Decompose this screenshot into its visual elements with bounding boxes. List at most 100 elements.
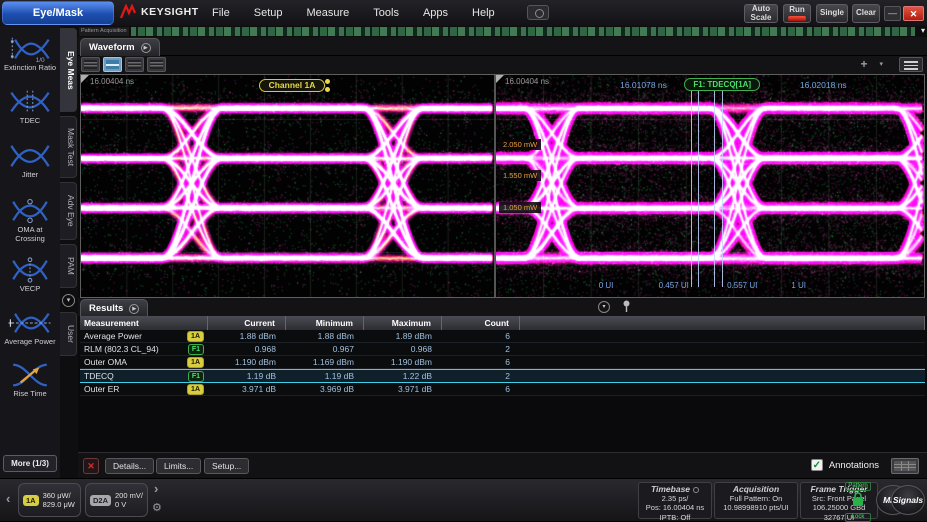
col-current[interactable]: Current <box>208 316 286 330</box>
sidebar-item-jitter[interactable]: Jitter <box>2 139 58 182</box>
channel-1a-card[interactable]: 1A 360 μW/ 829.0 μW <box>18 483 81 517</box>
signals-button[interactable]: Signals <box>891 485 925 515</box>
row-name: Outer OMA <box>84 357 127 367</box>
graph-menu-icon[interactable] <box>899 57 923 72</box>
eye-diagram-panel-left[interactable]: 16.00404 ns Channel 1A <box>81 75 496 297</box>
title-bar: Eye/Mask KEYSIGHT File Setup Measure Too… <box>0 0 927 26</box>
collapse-results-icon[interactable]: ▾ <box>598 301 610 313</box>
table-row-outer-er[interactable]: Outer ER1A 3.971 dB 3.969 dB 3.971 dB 6 <box>80 383 925 396</box>
tab-pam[interactable]: PAM <box>60 244 77 288</box>
tdecq-function-marker[interactable]: F1: TDECQ[1A] <box>684 78 760 91</box>
tdecq-window-line[interactable] <box>698 91 699 287</box>
menu-setup[interactable]: Setup <box>254 7 283 19</box>
layout-grid-button[interactable] <box>147 57 166 72</box>
sidebar-item-average-power[interactable]: Average Power <box>2 306 58 349</box>
tab-user[interactable]: User <box>60 312 77 356</box>
menu-tools[interactable]: Tools <box>373 7 399 19</box>
pin-icon[interactable] <box>622 300 631 313</box>
setup-button[interactable]: Setup... <box>204 458 249 474</box>
channel-1a-marker[interactable]: Channel 1A <box>259 79 326 92</box>
layout-glyph <box>84 60 97 69</box>
timebase-panel[interactable]: Timebase 2.35 ps/ Pos: 16.00404 ns IPTB:… <box>638 482 712 519</box>
lock-icon <box>851 492 865 507</box>
jitter-icon <box>7 142 53 170</box>
menu-file[interactable]: File <box>212 7 230 19</box>
col-measurement[interactable]: Measurement <box>80 316 208 330</box>
minimize-button[interactable]: — <box>884 6 901 21</box>
col-count[interactable]: Count <box>442 316 520 330</box>
results-table-header: Measurement Current Minimum Maximum Coun… <box>80 316 925 330</box>
layout-split-button[interactable] <box>103 57 122 72</box>
channels-scroll-left-icon[interactable]: ‹ <box>6 491 10 506</box>
eye-mask-mode-button[interactable]: Eye/Mask <box>2 1 114 25</box>
sidebar-item-oma-at-crossing[interactable]: OMA at Crossing <box>2 194 58 245</box>
more-measurements-button[interactable]: More (1/3) <box>3 455 57 472</box>
auto-scale-label: Auto Scale <box>746 5 776 22</box>
channel-badge: 1A <box>23 495 39 506</box>
sidebar-item-rise-time[interactable]: Rise Time <box>2 358 58 401</box>
eye-diagram-left-canvas[interactable] <box>81 75 494 297</box>
close-button[interactable]: ✕ <box>903 6 924 21</box>
run-button[interactable]: Run <box>783 4 811 23</box>
row-current: 3.971 dB <box>208 383 286 395</box>
marker-handle-dots[interactable] <box>325 79 330 92</box>
tab-collapse-icon[interactable]: ▾ <box>62 294 75 307</box>
single-button[interactable]: Single <box>816 4 848 23</box>
auto-scale-button[interactable]: Auto Scale <box>744 4 778 23</box>
menu-bar: File Setup Measure Tools Apps Help <box>212 0 495 26</box>
tdecq-window-line[interactable] <box>722 91 723 287</box>
results-tab[interactable]: Results ▶ <box>80 299 148 317</box>
details-button[interactable]: Details... <box>105 458 154 474</box>
source-badge: 1A <box>187 331 204 342</box>
limits-button[interactable]: Limits... <box>156 458 201 474</box>
screenshot-camera-icon[interactable] <box>527 5 549 20</box>
channel-settings-gear-icon[interactable]: ⚙ <box>152 501 162 514</box>
sidebar-item-tdec[interactable]: TDEC <box>2 85 58 128</box>
table-row-tdecq[interactable]: TDECQF1 1.19 dB 1.19 dB 1.22 dB 2 <box>80 369 925 383</box>
waveform-tab-menu-icon[interactable]: ▶ <box>141 43 151 53</box>
waveform-tab-row: Waveform ▶ <box>78 37 927 56</box>
sidebar-item-extinction-ratio[interactable]: 1/0 Extinction Ratio <box>2 32 58 75</box>
channels-scroll-right-icon[interactable]: › <box>154 481 158 496</box>
clear-button[interactable]: Clear <box>852 4 880 23</box>
timebase-scale: 2.35 ps/ <box>639 494 711 503</box>
run-active-led <box>788 16 806 21</box>
channel-d2a-card[interactable]: D2A 200 mV/ 0 V <box>85 483 148 517</box>
sidebar-item-vecp[interactable]: VECP <box>2 253 58 296</box>
table-layout-icon[interactable] <box>891 458 919 474</box>
tab-eye-meas[interactable]: Eye Meas <box>60 28 77 112</box>
scroll-down-icon[interactable]: ▾ <box>921 26 925 35</box>
row-minimum: 0.967 <box>286 343 364 355</box>
channel-scale-line2: 829.0 μW <box>43 500 75 509</box>
table-row-average-power[interactable]: Average Power1A 1.88 dBm 1.88 dBm 1.89 d… <box>80 330 925 343</box>
eye-diagram-panel-right[interactable]: 16.00404 ns 16.01078 ns F1: TDECQ[1A] 16… <box>496 75 924 297</box>
layout-glyph <box>150 60 163 69</box>
tdecq-window-line[interactable] <box>714 91 715 287</box>
tdecq-window-line[interactable] <box>691 91 692 287</box>
menu-apps[interactable]: Apps <box>423 7 448 19</box>
tab-adv-eye[interactable]: Adv Eye <box>60 182 77 240</box>
layout-stack-button[interactable] <box>125 57 144 72</box>
row-current: 1.190 dBm <box>208 356 286 368</box>
col-maximum[interactable]: Maximum <box>364 316 442 330</box>
pattern-bit-strip[interactable] <box>131 27 915 36</box>
layout-single-button[interactable] <box>81 57 100 72</box>
pan-zoom-icon[interactable]: + <box>855 57 873 72</box>
menu-measure[interactable]: Measure <box>306 7 349 19</box>
col-minimum[interactable]: Minimum <box>286 316 364 330</box>
waveform-tab[interactable]: Waveform ▶ <box>80 38 160 56</box>
table-row-rlm[interactable]: RLM (802.3 CL_94)F1 0.968 0.967 0.968 2 <box>80 343 925 356</box>
results-tab-menu-icon[interactable]: ▶ <box>129 304 139 314</box>
annotations-checkbox[interactable]: ✓ <box>811 459 823 471</box>
acquisition-panel[interactable]: Acquisition Full Pattern: On 10.98998910… <box>714 482 798 519</box>
limit-fail-icon[interactable]: ✕ <box>83 458 99 474</box>
menu-help[interactable]: Help <box>472 7 495 19</box>
right-timestamp: 16.00404 ns <box>505 77 549 86</box>
annotations-label: Annotations <box>829 460 879 471</box>
pan-dropdown-icon[interactable]: ▾ <box>879 60 883 68</box>
channel-scale-line1: 360 μW/ <box>43 491 71 500</box>
table-row-outer-oma[interactable]: Outer OMA1A 1.190 dBm 1.169 dBm 1.190 dB… <box>80 356 925 369</box>
row-name: TDECQ <box>84 371 114 381</box>
eye-diagram-right-canvas[interactable] <box>496 75 924 297</box>
tab-mask-test[interactable]: Mask Test <box>60 116 77 178</box>
